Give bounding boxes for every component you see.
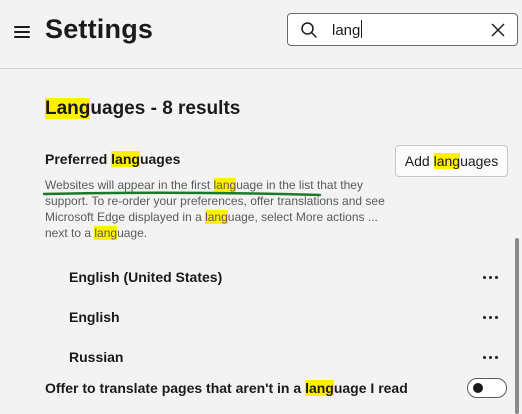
more-actions-icon[interactable] <box>480 307 502 327</box>
language-row: English <box>0 299 520 339</box>
search-icon <box>301 22 317 38</box>
text-cursor <box>361 20 363 38</box>
language-name: English (United States) <box>69 269 223 285</box>
add-languages-button[interactable]: Add languages <box>395 145 508 177</box>
preferred-languages-label: Preferred languages <box>45 151 181 167</box>
annotation-underline <box>43 191 322 197</box>
preferred-languages-description: Websites will appear in the first langua… <box>45 178 385 240</box>
language-name: English <box>69 309 120 325</box>
language-row: English (United States) <box>0 259 520 299</box>
section-title: Languages - 8 results <box>45 98 241 119</box>
toggle-knob <box>473 383 483 393</box>
more-actions-icon[interactable] <box>480 347 502 367</box>
search-input[interactable]: lang <box>332 20 363 39</box>
language-row: Russian <box>0 339 520 379</box>
hamburger-menu-icon[interactable] <box>14 25 32 39</box>
search-box[interactable]: lang <box>287 13 518 46</box>
offer-to-translate-toggle[interactable] <box>467 378 507 398</box>
offer-to-translate-label: Offer to translate pages that aren't in … <box>45 380 408 396</box>
page-title: Settings <box>45 14 154 44</box>
scrollbar[interactable] <box>515 238 519 414</box>
language-name: Russian <box>69 349 124 365</box>
close-icon[interactable] <box>489 21 507 39</box>
settings-header: Settings lang <box>0 0 522 69</box>
more-actions-icon[interactable] <box>480 267 502 287</box>
